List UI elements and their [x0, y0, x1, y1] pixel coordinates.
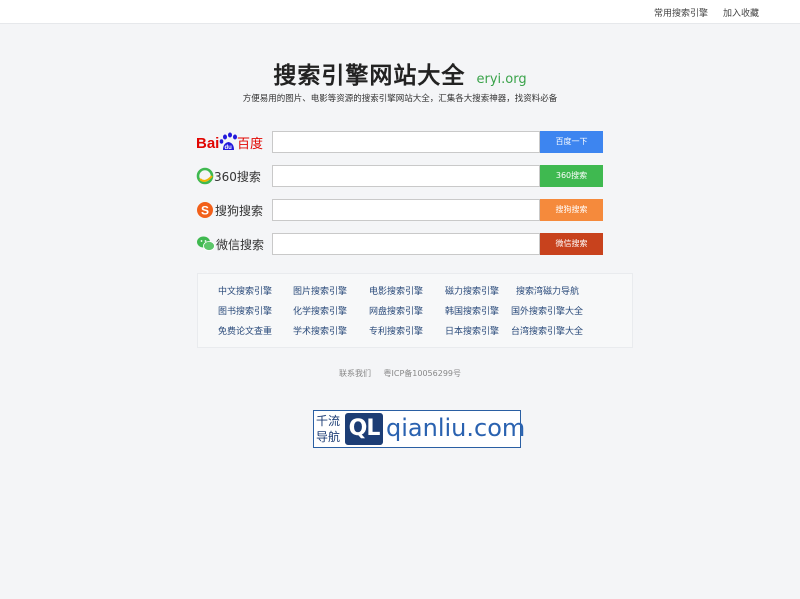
qianliu-banner[interactable]: 千流 导航 QL qianliu.com [313, 410, 525, 448]
link-chinese-search[interactable]: 中文搜索引擎 [218, 284, 272, 297]
banner-ql-logo: QL [345, 413, 383, 445]
wechat-logo[interactable]: 微信搜索 [196, 233, 266, 255]
sogou-search-button[interactable]: 搜狗搜索 [540, 199, 603, 221]
svg-text:搜狗搜索: 搜狗搜索 [215, 203, 263, 218]
page-title: 搜索引擎网站大全 [273, 63, 466, 89]
top-bar: 常用搜索引擎 加入收藏 [0, 0, 800, 24]
footer: 联系我们 粤ICP备10056299号 [0, 368, 800, 379]
360-search-button[interactable]: 360搜索 [540, 165, 603, 187]
360-search-input[interactable] [272, 165, 540, 187]
baidu-search-input[interactable] [272, 131, 540, 153]
link-souwan-magnet[interactable]: 搜索湾磁力导航 [516, 284, 579, 297]
page-subtitle: 方便易用的图片、电影等资源的搜索引擎网站大全，汇集各大搜索神器，找资料必备 [242, 94, 558, 104]
baidu-search-button[interactable]: 百度一下 [540, 131, 603, 153]
category-links-panel: 中文搜索引擎 图片搜索引擎 电影搜索引擎 磁力搜索引擎 搜索湾磁力导航 图书搜索… [197, 273, 633, 348]
wechat-search-button[interactable]: 微信搜索 [540, 233, 603, 255]
site-domain: eryi.org [476, 72, 527, 87]
link-korea-search[interactable]: 韩国搜索引擎 [445, 304, 499, 317]
page-header: 搜索引擎网站大全 eryi.org [0, 56, 800, 90]
wechat-search-input[interactable] [272, 233, 540, 255]
svg-text:Bai: Bai [196, 135, 219, 152]
link-paper-check[interactable]: 免费论文查重 [218, 324, 272, 337]
link-chemistry-search[interactable]: 化学搜索引擎 [293, 304, 347, 317]
link-image-search[interactable]: 图片搜索引擎 [293, 284, 347, 297]
link-foreign-search[interactable]: 国外搜索引擎大全 [511, 304, 583, 317]
common-search-engines-link[interactable]: 常用搜索引擎 [654, 6, 708, 19]
link-japan-search[interactable]: 日本搜索引擎 [445, 324, 499, 337]
svg-text:S: S [201, 204, 209, 218]
baidu-logo[interactable]: Bai du 百度 [196, 131, 266, 153]
link-patent-search[interactable]: 专利搜索引擎 [369, 324, 423, 337]
banner-brand-text: 千流 导航 [316, 414, 341, 444]
search-row-wechat: 微信搜索 微信搜索 [196, 233, 606, 255]
sogou-search-input[interactable] [272, 199, 540, 221]
svg-text:百度: 百度 [237, 136, 263, 152]
icp-link[interactable]: 粤ICP备10056299号 [384, 369, 462, 378]
add-favorite-link[interactable]: 加入收藏 [723, 6, 759, 19]
contact-link[interactable]: 联系我们 [339, 369, 371, 378]
link-book-search[interactable]: 图书搜索引擎 [218, 304, 272, 317]
svg-text:du: du [225, 145, 233, 151]
sogou-logo[interactable]: S 搜狗搜索 [196, 199, 266, 221]
link-movie-search[interactable]: 电影搜索引擎 [369, 284, 423, 297]
banner-url: qianliu.com [386, 414, 526, 442]
link-academic-search[interactable]: 学术搜索引擎 [293, 324, 347, 337]
link-magnet-search[interactable]: 磁力搜索引擎 [445, 284, 499, 297]
link-taiwan-search[interactable]: 台湾搜索引擎大全 [511, 324, 583, 337]
search-row-360: 360搜索 360搜索 [196, 165, 606, 187]
search-row-baidu: Bai du 百度 百度一下 [196, 131, 606, 153]
svg-text:360搜索: 360搜索 [214, 169, 261, 184]
svg-text:微信搜索: 微信搜索 [216, 237, 264, 252]
link-netdisk-search[interactable]: 网盘搜索引擎 [369, 304, 423, 317]
search-row-sogou: S 搜狗搜索 搜狗搜索 [196, 199, 606, 221]
360-logo[interactable]: 360搜索 [196, 165, 266, 187]
